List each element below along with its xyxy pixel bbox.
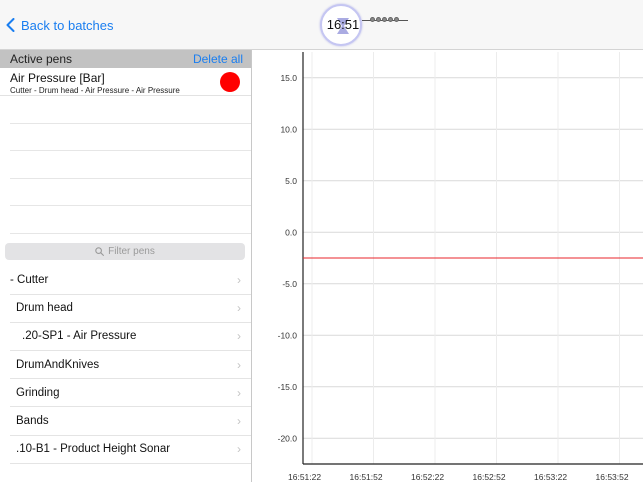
active-pens-title: Active pens [10, 52, 73, 66]
y-tick-label: 15.0 [280, 73, 297, 83]
tree-item-label: Bands [16, 415, 49, 428]
time-slider-markers [370, 17, 399, 22]
pen-path: Cutter - Drum head - Air Pressure - Air … [10, 86, 180, 95]
active-pens-header: Active pens Delete all [0, 50, 251, 68]
navigation-bar: Back to batches 16:51 [0, 0, 643, 50]
x-tick-label: 16:53:52 [596, 472, 629, 482]
chevron-right-icon: › [237, 414, 241, 429]
empty-pen-slot [10, 179, 251, 206]
x-tick-label: 16:52:52 [473, 472, 506, 482]
empty-pen-slot [10, 96, 251, 124]
tree-item-label: Grinding [16, 386, 60, 399]
tree-item-label: .20-SP1 - Air Pressure [22, 330, 137, 343]
search-icon [95, 246, 105, 256]
tree-item-product-height-sonar[interactable]: .10-B1 - Product Height Sonar › [10, 436, 251, 464]
active-pen-row[interactable]: Air Pressure [Bar] Cutter - Drum head - … [0, 68, 251, 96]
pen-tree-list: - Cutter › Drum head › .20-SP1 - Air Pre… [0, 267, 251, 464]
empty-pen-slot [10, 151, 251, 179]
chevron-right-icon: › [237, 357, 241, 372]
tree-item-grinding[interactable]: Grinding › [10, 379, 251, 408]
y-tick-label: -15.0 [278, 382, 298, 392]
empty-pen-slot [10, 206, 251, 234]
x-tick-label: 16:51:52 [350, 472, 383, 482]
x-tick-label: 16:51:22 [288, 472, 321, 482]
chevron-right-icon: › [237, 273, 241, 288]
y-tick-label: 10.0 [280, 124, 297, 134]
chevron-right-icon: › [237, 385, 241, 400]
filter-placeholder: Filter pens [108, 245, 155, 257]
y-tick-label: -10.0 [278, 330, 298, 340]
chevron-right-icon: › [237, 329, 241, 344]
y-tick-label: 0.0 [285, 227, 297, 237]
trend-chart-svg: 15.0 10.0 5.0 0.0 -5.0 -10.0 -15.0 -20.0 16:51:2… [278, 52, 643, 482]
chevron-left-icon [6, 18, 15, 32]
chevron-right-icon: › [237, 301, 241, 316]
pen-color-dot[interactable] [220, 72, 240, 92]
y-tick-label: -5.0 [282, 279, 297, 289]
x-tick-label: 16:52:22 [411, 472, 444, 482]
tree-item-cutter[interactable]: - Cutter › [10, 267, 251, 295]
tree-item-air-pressure[interactable]: .20-SP1 - Air Pressure › [10, 323, 251, 352]
back-button-label: Back to batches [21, 17, 114, 33]
trend-chart[interactable]: 15.0 10.0 5.0 0.0 -5.0 -10.0 -15.0 -20.0 16:51:2… [252, 50, 643, 482]
pens-panel: Active pens Delete all Air Pressure [Bar… [0, 50, 252, 482]
x-tick-label: 16:53:22 [534, 472, 567, 482]
current-time-label: 16:51 [326, 17, 360, 32]
tree-item-drum-and-knives[interactable]: DrumAndKnives › [10, 351, 251, 380]
pen-name: Air Pressure [Bar] [10, 71, 105, 85]
tree-item-label: - Cutter [10, 274, 49, 287]
empty-pen-slot [10, 124, 251, 151]
time-scrubber-handle[interactable]: 16:51 [320, 4, 362, 46]
filter-pens-input[interactable]: Filter pens [5, 242, 245, 260]
y-tick-label: 5.0 [285, 176, 297, 186]
filter-area: Filter pens [0, 234, 251, 267]
chevron-right-icon: › [237, 442, 241, 457]
tree-item-drum-head[interactable]: Drum head › [10, 295, 251, 323]
tree-item-label: DrumAndKnives [16, 358, 100, 371]
y-tick-label: -20.0 [278, 433, 298, 443]
tree-item-label: Drum head [16, 302, 73, 315]
tree-item-bands[interactable]: Bands › [10, 407, 251, 436]
back-to-batches-button[interactable]: Back to batches [6, 14, 114, 36]
tree-item-label: .10-B1 - Product Height Sonar [16, 443, 171, 456]
delete-all-button[interactable]: Delete all [193, 52, 243, 66]
